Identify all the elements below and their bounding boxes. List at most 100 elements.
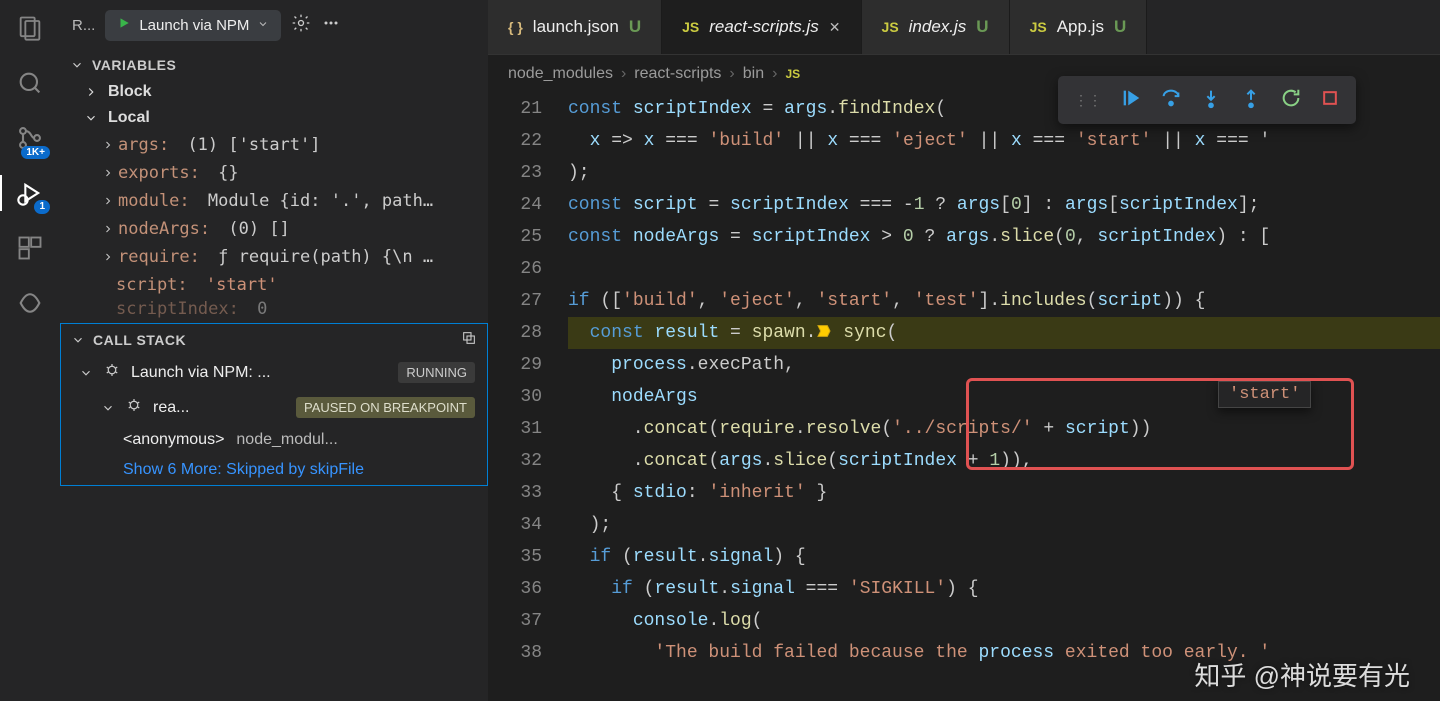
code-line: if (result.signal === 'SIGKILL') { <box>568 573 1440 605</box>
step-out-icon[interactable] <box>1240 87 1262 114</box>
gear-icon[interactable] <box>291 13 311 38</box>
continue-icon[interactable] <box>1120 87 1142 114</box>
line-number: 35 <box>488 541 542 573</box>
chevron-right-icon: › <box>621 65 626 83</box>
modified-indicator: U <box>1114 17 1126 37</box>
extensions-icon[interactable] <box>16 234 44 267</box>
line-number: 33 <box>488 477 542 509</box>
chevron-right-icon: › <box>772 65 777 83</box>
line-number: 31 <box>488 413 542 445</box>
launch-name: Launch via NPM <box>139 17 249 34</box>
line-number: 36 <box>488 573 542 605</box>
breadcrumb-seg[interactable]: react-scripts <box>634 65 721 83</box>
scope-local[interactable]: Local <box>60 105 488 131</box>
var-scriptindex[interactable]: scriptIndex: 0 <box>60 299 488 323</box>
collapse-all-icon[interactable] <box>461 330 477 349</box>
line-number: 30 <box>488 381 542 413</box>
explorer-icon[interactable] <box>16 14 44 47</box>
modified-indicator: U <box>976 17 988 37</box>
line-gutter: 212223242526272829303132333435363738 <box>488 93 568 701</box>
hover-tooltip: 'start' <box>1218 381 1311 408</box>
tab-react-scripts-js[interactable]: JS react-scripts.js ✕ <box>662 0 861 54</box>
more-icon[interactable] <box>321 13 341 38</box>
var-script[interactable]: script: 'start' <box>60 271 488 299</box>
line-number: 21 <box>488 93 542 125</box>
variables-header[interactable]: VARIABLES <box>60 51 488 79</box>
variables-title: VARIABLES <box>92 57 176 73</box>
code-line: console.log( <box>568 605 1440 637</box>
var-module[interactable]: module: Module {id: '.', path… <box>60 187 488 215</box>
browser-icon[interactable] <box>16 289 44 322</box>
line-number: 28 <box>488 317 542 349</box>
debug-icon[interactable]: 1 <box>16 179 44 212</box>
code-line: x => x === 'build' || x === 'eject' || x… <box>568 125 1440 157</box>
var-require[interactable]: require: ƒ require(path) {\n … <box>60 243 488 271</box>
play-icon <box>117 16 131 35</box>
js-icon: JS <box>785 67 800 81</box>
callstack-child[interactable]: rea... PAUSED ON BREAKPOINT <box>61 390 487 425</box>
braces-icon: { } <box>508 19 523 35</box>
line-number: 25 <box>488 221 542 253</box>
breadcrumb-seg[interactable]: node_modules <box>508 65 613 83</box>
debug-toolbar: ⋮⋮ <box>1058 76 1356 124</box>
var-exports[interactable]: exports: {} <box>60 159 488 187</box>
step-into-icon[interactable] <box>1200 87 1222 114</box>
activity-bar: 1K+ 1 <box>0 0 60 701</box>
restart-icon[interactable] <box>1280 87 1302 114</box>
callstack-title: CALL STACK <box>93 332 186 348</box>
show-more-frames[interactable]: Show 6 More: Skipped by skipFile <box>61 455 487 485</box>
breadcrumb-seg[interactable]: bin <box>743 65 764 83</box>
line-number: 22 <box>488 125 542 157</box>
tab-index-js[interactable]: JS index.js U <box>862 0 1010 54</box>
search-icon[interactable] <box>16 69 44 102</box>
tab-title: launch.json <box>533 17 619 37</box>
line-number: 27 <box>488 285 542 317</box>
js-icon: JS <box>882 19 899 35</box>
js-icon: JS <box>1030 19 1047 35</box>
callstack-header[interactable]: CALL STACK <box>61 324 487 355</box>
code-line <box>568 253 1440 285</box>
callstack-root[interactable]: Launch via NPM: ... RUNNING <box>61 355 487 390</box>
bug-icon <box>125 396 143 419</box>
tab-title: react-scripts.js <box>709 17 819 37</box>
step-over-icon[interactable] <box>1160 87 1182 114</box>
code-line: const result = spawn. sync( <box>568 317 1440 349</box>
status-running: RUNNING <box>398 362 475 383</box>
variables-body: Block Local args: (1) ['start'] exports:… <box>60 79 488 323</box>
config-prefix: R... <box>72 17 95 34</box>
scope-block[interactable]: Block <box>60 79 488 105</box>
tab-App-js[interactable]: JS App.js U <box>1010 0 1148 54</box>
var-nodeargs[interactable]: nodeArgs: (0) [] <box>60 215 488 243</box>
close-icon[interactable]: ✕ <box>829 19 841 36</box>
tab-title: App.js <box>1057 17 1104 37</box>
debug-badge: 1 <box>34 200 50 214</box>
code-line: { stdio: 'inherit' } <box>568 477 1440 509</box>
tab-launch-json[interactable]: { } launch.json U <box>488 0 662 54</box>
code-line: if (result.signal) { <box>568 541 1440 573</box>
tab-title: index.js <box>909 17 967 37</box>
code-line: const script = scriptIndex === -1 ? args… <box>568 189 1440 221</box>
stop-icon[interactable] <box>1320 88 1340 113</box>
js-icon: JS <box>682 19 699 35</box>
code-editor[interactable]: 212223242526272829303132333435363738 con… <box>488 93 1440 701</box>
line-number: 38 <box>488 637 542 669</box>
scm-icon[interactable]: 1K+ <box>16 124 44 157</box>
launch-config-selector[interactable]: Launch via NPM <box>105 10 281 41</box>
line-number: 24 <box>488 189 542 221</box>
line-number: 29 <box>488 349 542 381</box>
drag-handle-icon[interactable]: ⋮⋮ <box>1074 92 1102 109</box>
stack-frame[interactable]: <anonymous> node_modul... <box>61 425 487 455</box>
bug-icon <box>103 361 121 384</box>
modified-indicator: U <box>629 17 641 37</box>
code-line: .concat(args.slice(scriptIndex + 1)), <box>568 445 1440 477</box>
debug-config-bar: R... Launch via NPM <box>60 0 488 51</box>
status-paused: PAUSED ON BREAKPOINT <box>296 397 475 418</box>
editor-area: { } launch.json U JS react-scripts.js ✕ JS inde… <box>488 0 1440 701</box>
code-line: .concat(require.resolve('../scripts/' + … <box>568 413 1440 445</box>
var-args[interactable]: args: (1) ['start'] <box>60 131 488 159</box>
line-number: 26 <box>488 253 542 285</box>
code-line: const nodeArgs = scriptIndex > 0 ? args.… <box>568 221 1440 253</box>
code-line: process.execPath, <box>568 349 1440 381</box>
code-line: ); <box>568 509 1440 541</box>
line-number: 34 <box>488 509 542 541</box>
